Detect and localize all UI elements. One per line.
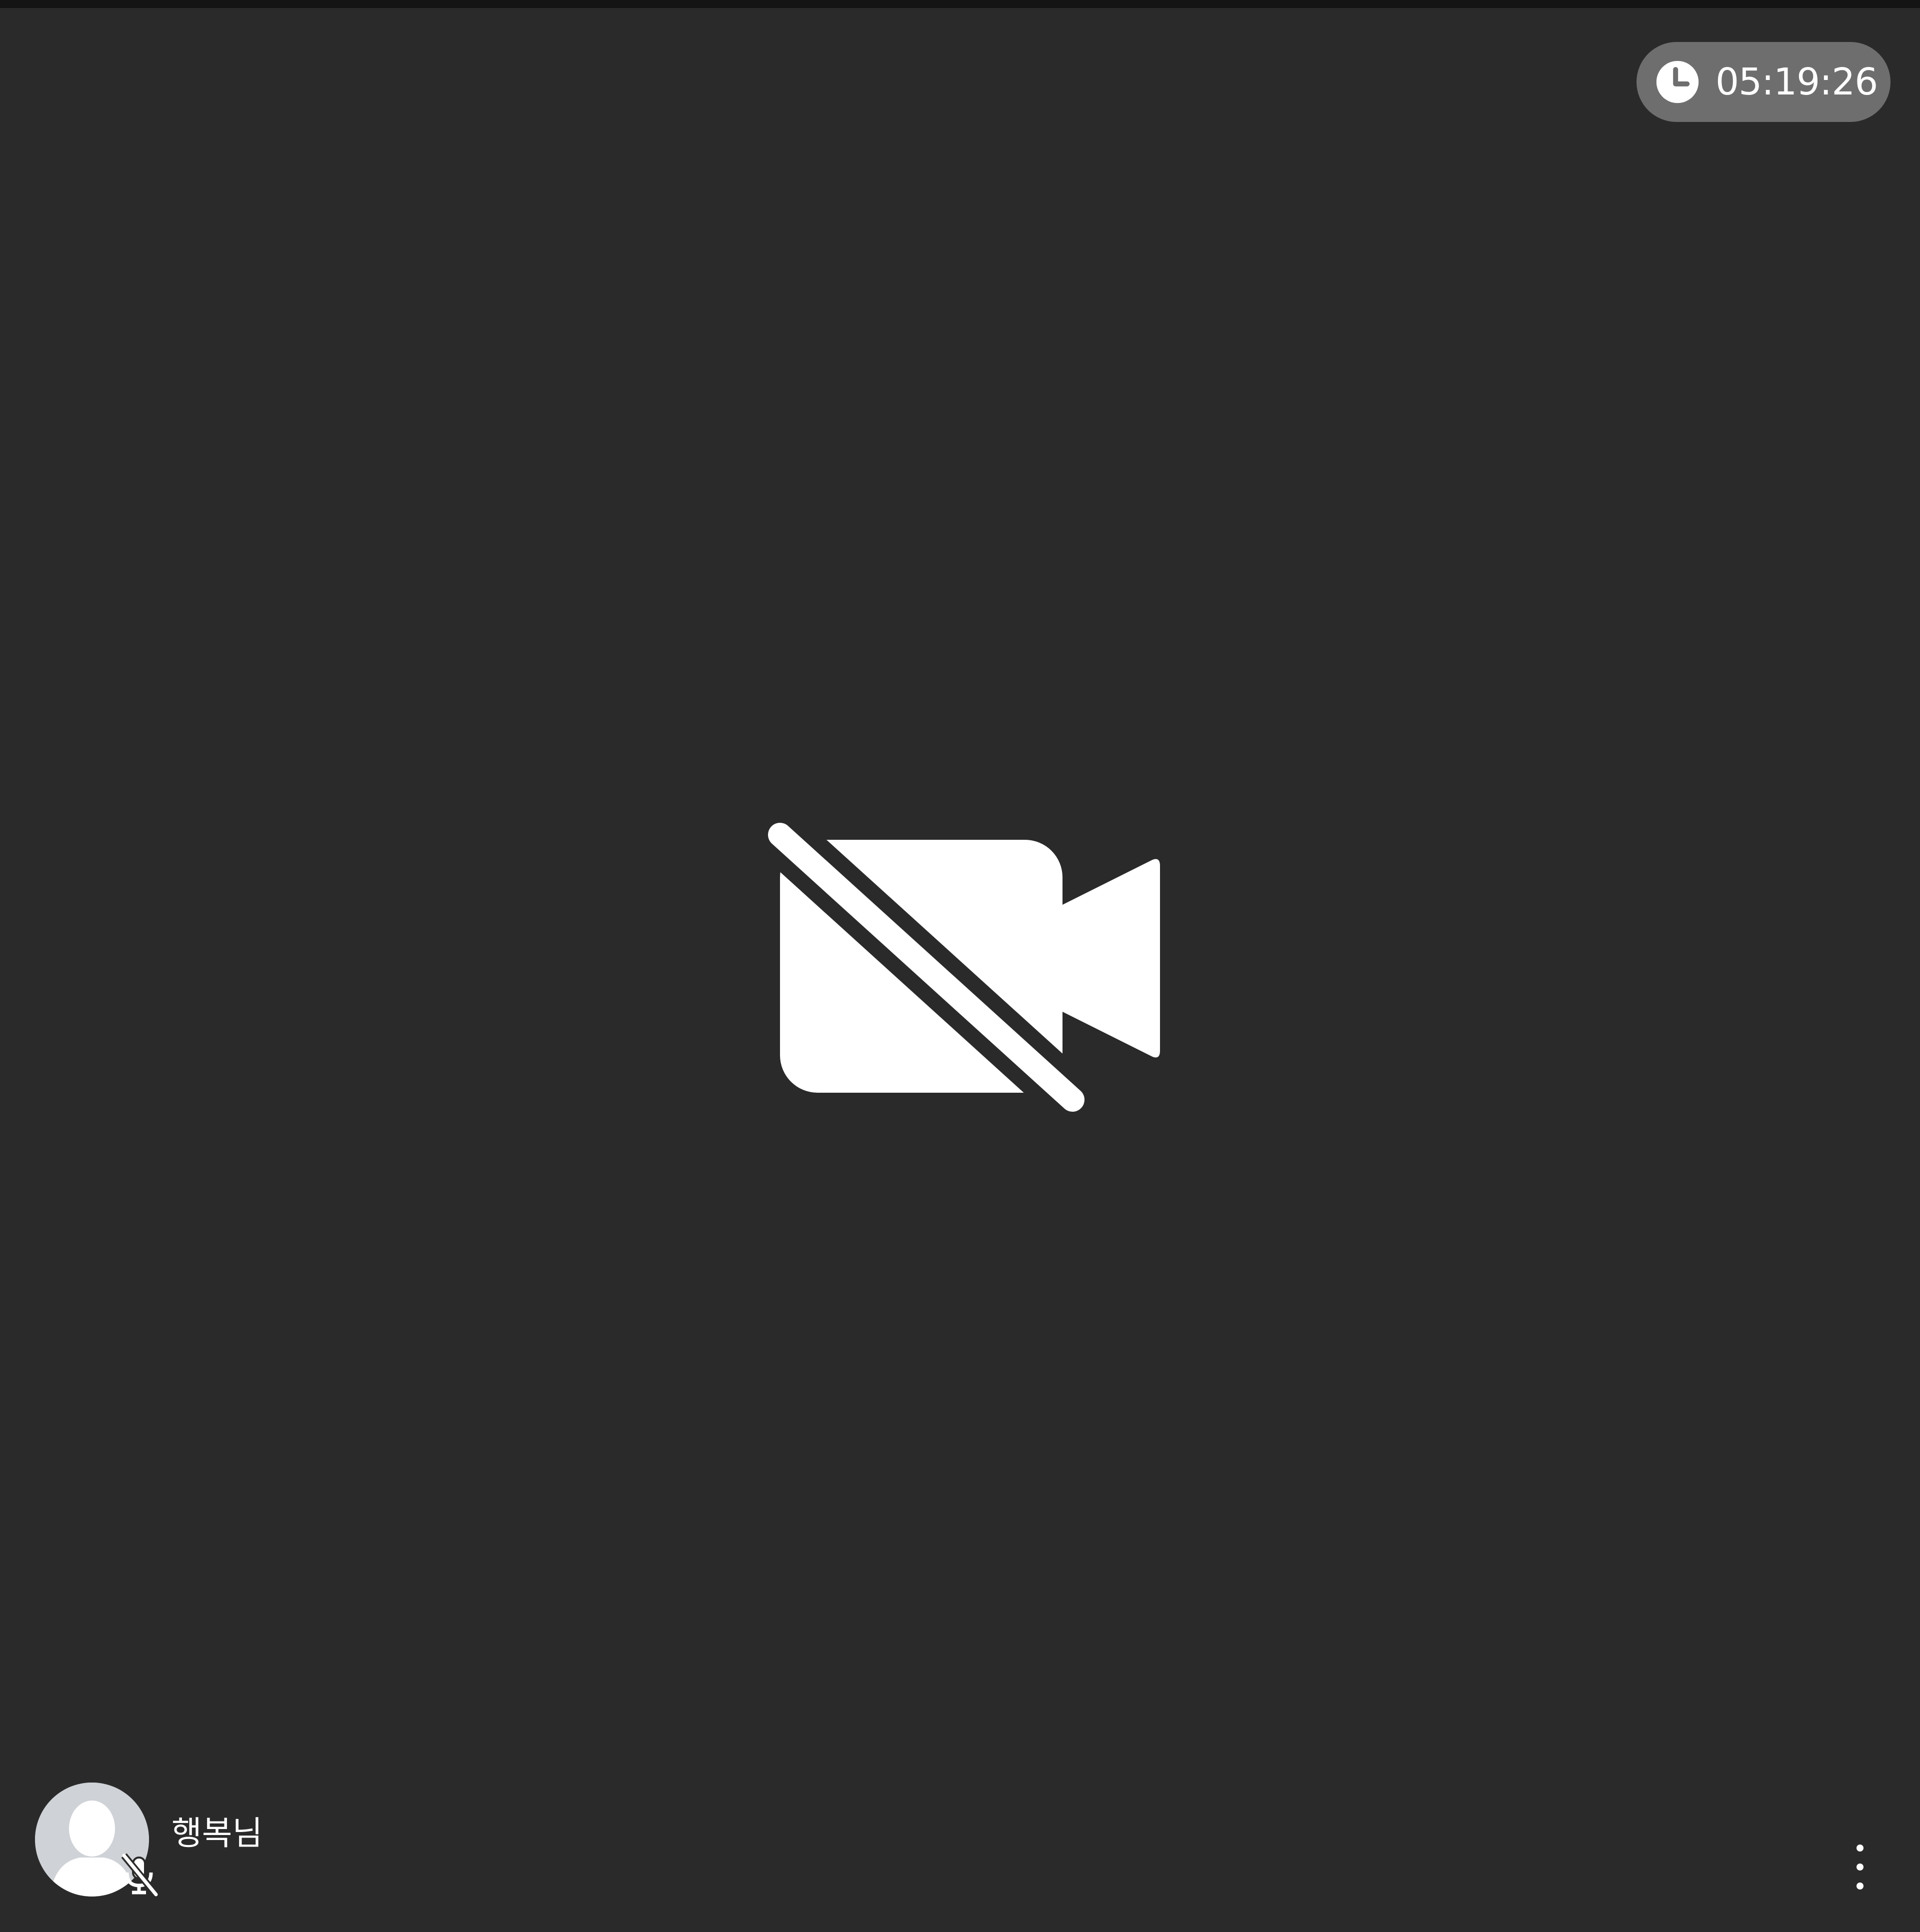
- video-tile: 05:19:26 행복님: [0, 0, 1920, 1932]
- more-vertical-icon-dot: [1856, 1883, 1864, 1890]
- more-vertical-icon: [1856, 1845, 1864, 1852]
- mic-off-icon: [121, 1853, 159, 1897]
- more-options-button[interactable]: [1845, 1845, 1875, 1890]
- video-off-icon: [768, 823, 1160, 1112]
- participant-name: 행복님: [172, 1814, 263, 1853]
- top-bar: [0, 0, 1920, 8]
- more-vertical-icon-dot: [1856, 1864, 1864, 1871]
- call-timer: 05:19:26: [1636, 42, 1890, 122]
- clock-icon: [1656, 60, 1699, 103]
- elapsed-time: 05:19:26: [1716, 60, 1878, 103]
